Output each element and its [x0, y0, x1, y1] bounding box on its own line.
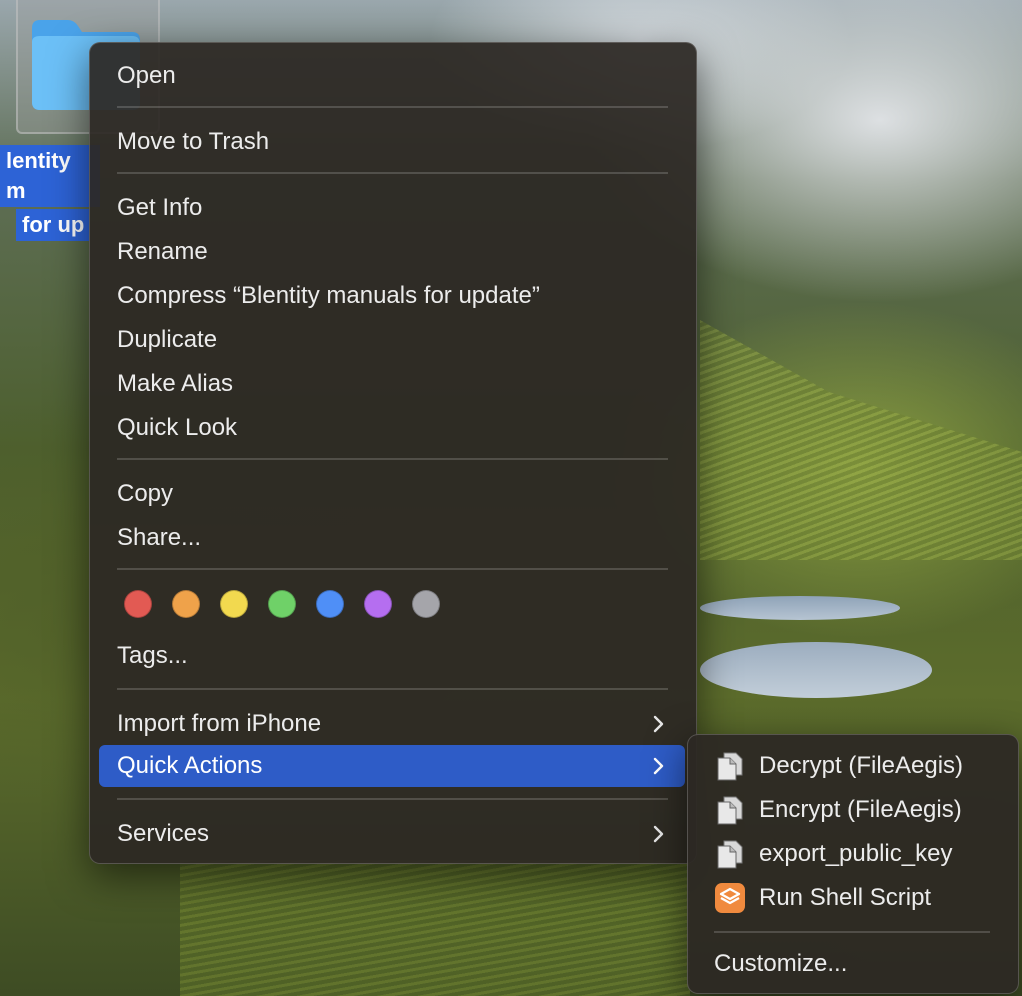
menu-item-label: Copy: [117, 480, 174, 507]
tag-color-yellow[interactable]: [220, 590, 248, 618]
tag-color-purple[interactable]: [364, 590, 392, 618]
menu-separator: [117, 568, 668, 570]
menu-item-label: Move to Trash: [117, 128, 270, 155]
tag-color-gray[interactable]: [412, 590, 440, 618]
context-menu: Open Move to Trash Get Info Rename Compr…: [89, 42, 697, 864]
menu-item-copy[interactable]: Copy: [99, 473, 685, 515]
menu-separator: [117, 458, 668, 460]
wallpaper-vineyard-lower: [180, 860, 690, 996]
menu-item-label: Open: [117, 62, 176, 89]
wallpaper-vineyard: [700, 320, 1022, 560]
document-icon: [717, 752, 743, 781]
submenu-item-label: Decrypt (FileAegis): [759, 752, 964, 779]
menu-item-label: Share...: [117, 524, 202, 551]
wallpaper-pond: [700, 596, 900, 620]
submenu-item-customize[interactable]: Customize...: [696, 943, 1010, 985]
menu-item-get-info[interactable]: Get Info: [99, 187, 685, 229]
menu-item-move-to-trash[interactable]: Move to Trash: [99, 121, 685, 163]
document-icon: [717, 840, 743, 869]
menu-item-label: Tags...: [117, 642, 188, 669]
menu-item-quick-actions[interactable]: Quick Actions: [99, 745, 685, 787]
submenu-item-encrypt[interactable]: Encrypt (FileAegis): [696, 789, 1010, 831]
menu-item-make-alias[interactable]: Make Alias: [99, 363, 685, 405]
submenu-item-export-public-key[interactable]: export_public_key: [696, 833, 1010, 875]
chevron-right-icon: [653, 715, 664, 733]
menu-item-compress[interactable]: Compress “Blentity manuals for update”: [99, 275, 685, 317]
menu-item-quick-look[interactable]: Quick Look: [99, 407, 685, 449]
tag-color-blue[interactable]: [316, 590, 344, 618]
menu-item-label: Compress “Blentity manuals for update”: [117, 282, 540, 309]
menu-separator: [117, 798, 668, 800]
shortcuts-icon: [715, 883, 745, 913]
submenu-item-decrypt[interactable]: Decrypt (FileAegis): [696, 745, 1010, 787]
wallpaper-pond: [700, 642, 932, 698]
menu-item-import-from-iphone[interactable]: Import from iPhone: [99, 703, 685, 745]
menu-item-label: Make Alias: [117, 370, 234, 397]
menu-item-services[interactable]: Services: [99, 813, 685, 855]
submenu-separator: [714, 931, 990, 933]
quick-actions-submenu: Decrypt (FileAegis) Encrypt (FileAegis) …: [687, 734, 1019, 994]
menu-item-rename[interactable]: Rename: [99, 231, 685, 273]
menu-item-label: Import from iPhone: [117, 710, 322, 737]
submenu-item-label: Customize...: [714, 950, 848, 977]
tag-color-green[interactable]: [268, 590, 296, 618]
menu-separator: [117, 172, 668, 174]
menu-item-label: Duplicate: [117, 326, 218, 353]
submenu-item-label: export_public_key: [759, 840, 953, 867]
submenu-item-run-shell-script[interactable]: Run Shell Script: [696, 877, 1010, 919]
tag-color-orange[interactable]: [172, 590, 200, 618]
menu-item-open[interactable]: Open: [99, 55, 685, 97]
menu-item-label: Get Info: [117, 194, 203, 221]
menu-item-share[interactable]: Share...: [99, 517, 685, 559]
document-icon: [717, 796, 743, 825]
menu-item-tags[interactable]: Tags...: [99, 635, 685, 677]
menu-item-duplicate[interactable]: Duplicate: [99, 319, 685, 361]
submenu-item-label: Encrypt (FileAegis): [759, 796, 962, 823]
menu-item-label: Quick Look: [117, 414, 238, 441]
folder-name-line1: lentity m: [0, 145, 100, 207]
menu-item-label: Rename: [117, 238, 208, 265]
menu-item-label: Quick Actions: [117, 752, 263, 779]
submenu-item-label: Run Shell Script: [759, 884, 932, 911]
folder-name-label[interactable]: lentity m for up: [0, 145, 100, 241]
menu-separator: [117, 106, 668, 108]
chevron-right-icon: [653, 825, 664, 843]
menu-separator: [117, 688, 668, 690]
folder-name-line2: for up: [16, 209, 91, 241]
menu-item-label: Services: [117, 820, 210, 847]
chevron-right-icon: [653, 757, 664, 775]
tag-color-red[interactable]: [124, 590, 152, 618]
